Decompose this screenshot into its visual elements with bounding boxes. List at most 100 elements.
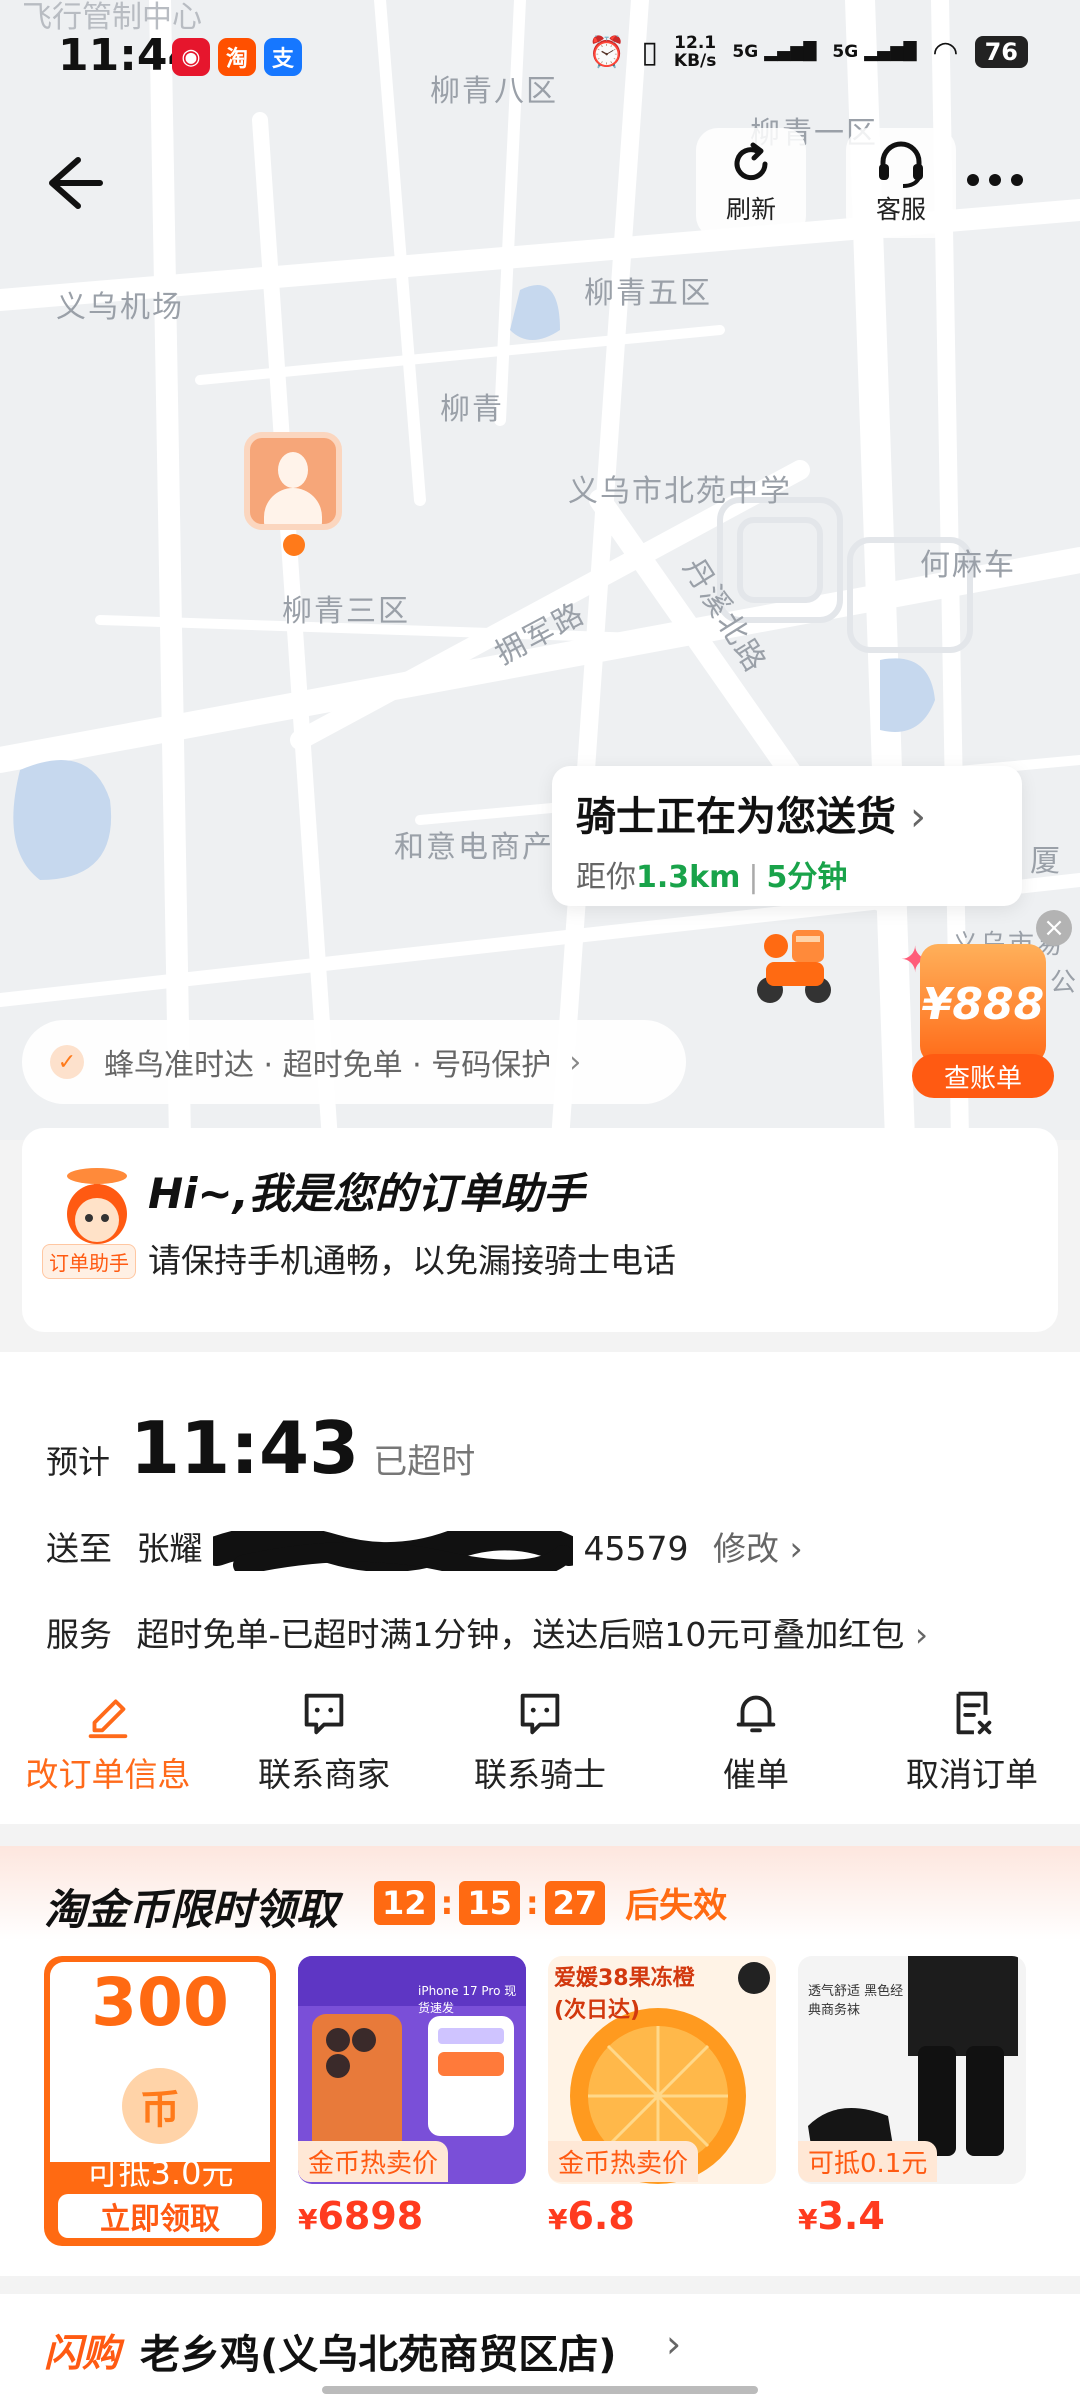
refresh-button[interactable]: 刷新	[696, 128, 806, 238]
chevron-right-icon: ›	[569, 1044, 582, 1080]
chat-icon	[304, 1693, 344, 1735]
assistant-tag: 订单助手	[42, 1244, 136, 1279]
map-label: 厦	[1030, 844, 1062, 879]
coupon-deduct: 可抵3.0元	[86, 2154, 234, 2192]
taobao-icon: 淘	[218, 38, 256, 76]
product-card[interactable]: iPhone 17 Pro 现货速发 金币热卖价 ¥6898	[298, 1956, 526, 2238]
promo-widget[interactable]: ¥888 查账单	[912, 940, 1054, 1100]
order-assistant-card: 订单助手 Hi~,我是您的订单助手 请保持手机通畅，以免漏接骑士电话	[22, 1128, 1058, 1332]
eta-status: 已超时	[373, 1442, 476, 1482]
deliver-suffix: 45579	[583, 1529, 689, 1568]
product-image: 爱媛38果冻橙 (次日达) 金币热卖价	[548, 1956, 776, 2184]
expire-label: 后失效	[625, 1886, 728, 1926]
coin-coupon[interactable]: 300 币 可抵3.0元 立即领取	[44, 1956, 276, 2246]
network-speed: 12.1 KB/s	[673, 33, 717, 71]
rider-status-card[interactable]: 骑士正在为您送货 › 距你1.3km | 5分钟	[552, 766, 1022, 906]
countdown-timer: 12 : 15 : 27 后失效	[374, 1878, 727, 1927]
refresh-label: 刷新	[725, 195, 776, 224]
more-options-icon[interactable]	[960, 160, 1030, 200]
refresh-icon	[734, 142, 768, 181]
assistant-heading: Hi~,我是您的订单助手	[148, 1169, 585, 1218]
bell-icon	[736, 1695, 776, 1733]
timer-colon: :	[440, 1883, 454, 1922]
user-location-marker[interactable]	[244, 432, 342, 530]
urge-order-button[interactable]: 催单	[648, 1686, 864, 1796]
edit-address-button[interactable]: 修改	[713, 1529, 779, 1568]
chevron-right-icon: ›	[666, 2322, 682, 2366]
action-label: 改订单信息	[25, 1755, 191, 1794]
claim-now-button[interactable]: 立即领取	[58, 2194, 262, 2238]
rider-status-title: 骑士正在为您送货	[576, 794, 896, 840]
redacted-address	[213, 1530, 573, 1571]
avatar-head	[278, 452, 308, 488]
guarantee-bar[interactable]: ✓ 蜂鸟准时达 · 超时免单 · 号码保护 ›	[22, 1020, 686, 1104]
product-badge: 金币热卖价	[548, 2141, 699, 2182]
deliver-label: 送至	[46, 1529, 112, 1568]
service-label: 服务	[46, 1615, 112, 1654]
map-label: 柳青三区	[282, 594, 410, 629]
home-indicator[interactable]	[322, 2386, 758, 2394]
product-price: ¥6.8	[548, 2194, 635, 2238]
chat-icon	[520, 1693, 560, 1735]
chevron-right-icon: ›	[910, 794, 926, 840]
wifi-icon: ◠	[932, 34, 959, 70]
product-badge: 可抵0.1元	[798, 2141, 938, 2182]
status-bar: 飞行管制中心 11:44 ◉ 淘 支 ⏰ ▯ 12.1 KB/s 5G ▂▄▆█ …	[0, 0, 1080, 110]
delivery-address-row[interactable]: 送至 张耀 45579 修改 ›	[46, 1522, 803, 1571]
battery-indicator: 76	[974, 36, 1028, 68]
map-label: 义乌机场	[56, 290, 184, 325]
alarm-icon: ⏰	[588, 34, 626, 70]
service-row[interactable]: 服务 超时免单-已超时满1分钟，送达后赔10元可叠加红包 ›	[46, 1608, 928, 1656]
alipay-icon: 支	[264, 38, 302, 76]
shop-header[interactable]: 闪购 老乡鸡(义乌北苑商贸区店) ›	[0, 2294, 1080, 2400]
close-icon[interactable]: ×	[1036, 910, 1072, 946]
action-label: 联系骑士	[474, 1755, 606, 1794]
product-card[interactable]: 爱媛38果冻橙 (次日达) 金币热卖价 ¥6.8	[548, 1956, 776, 2238]
customer-service-button[interactable]: 客服	[846, 128, 956, 238]
eta-time: 11:43	[130, 1406, 360, 1490]
action-label: 取消订单	[906, 1755, 1038, 1794]
map-label: 柳青五区	[584, 276, 712, 311]
edit-icon	[88, 1699, 128, 1739]
back-arrow-icon[interactable]	[38, 148, 108, 218]
timer-colon: :	[525, 1883, 539, 1922]
action-label: 联系商家	[258, 1755, 390, 1794]
check-bill-button[interactable]: 查账单	[912, 1054, 1054, 1098]
coupon-amount: 300	[91, 1964, 229, 2041]
contact-rider-button[interactable]: 联系骑士	[432, 1686, 648, 1796]
chevron-right-icon: ›	[914, 1615, 929, 1654]
vibrate-icon: ▯	[641, 34, 658, 70]
rider-eta: 5分钟	[766, 860, 848, 895]
eta-row: 预计 11:43 已超时	[46, 1406, 475, 1490]
weibo-icon: ◉	[172, 38, 210, 76]
product-badge: 金币热卖价	[298, 2141, 449, 2182]
map-label: 公	[1050, 968, 1079, 998]
coin-offer-section: 淘金币限时领取 12 : 15 : 27 后失效 300 币 可抵3.0元 立即…	[0, 1846, 1080, 2276]
map-label: 义乌市北苑中学	[568, 474, 792, 509]
contact-merchant-button[interactable]: 联系商家	[216, 1686, 432, 1796]
edit-order-button[interactable]: 改订单信息	[0, 1686, 216, 1796]
customer-service-label: 客服	[875, 195, 926, 224]
check-icon: ✓	[50, 1045, 84, 1079]
divider: |	[748, 860, 759, 895]
action-label: 催单	[723, 1755, 789, 1794]
cancel-order-button[interactable]: 取消订单	[864, 1686, 1080, 1796]
product-price: ¥6898	[298, 2194, 424, 2238]
shop-name: 老乡鸡(义乌北苑商贸区店)	[140, 2332, 617, 2378]
chevron-right-icon: ›	[789, 1529, 803, 1568]
signal-5g-1: 5G ▂▄▆█	[732, 42, 817, 62]
map-label: 何麻车	[920, 548, 1016, 583]
guarantee-text: 蜂鸟准时达 · 超时免单 · 号码保护	[104, 1048, 552, 1083]
product-card[interactable]: 透气舒适 黑色经典商务袜 可抵0.1元 ¥3.4	[798, 1956, 1026, 2238]
promo-amount: ¥888	[920, 944, 1046, 1064]
product-price: ¥3.4	[798, 2194, 885, 2238]
map-label: 柳青	[440, 392, 504, 427]
product-caption: 透气舒适 黑色经典商务袜	[808, 1984, 904, 2018]
assistant-message: 请保持手机通畅，以免漏接骑士电话	[148, 1241, 676, 1280]
cancel-doc-icon	[956, 1691, 992, 1735]
product-image: 透气舒适 黑色经典商务袜 可抵0.1元	[798, 1956, 1026, 2184]
location-dot	[283, 534, 305, 556]
order-panel: 预计 11:43 已超时 送至 张耀 45579 修改 › 服务 超时免单-已超…	[0, 1352, 1080, 1824]
coin-section-title: 淘金币限时领取	[44, 1885, 339, 1934]
headset-icon	[879, 141, 923, 188]
